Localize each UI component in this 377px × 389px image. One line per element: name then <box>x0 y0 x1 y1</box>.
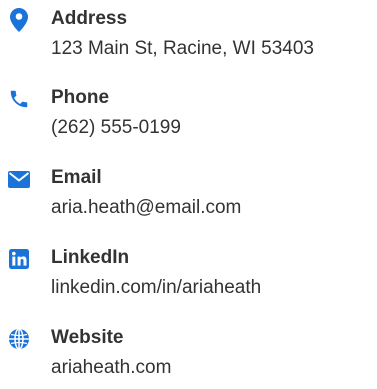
phone-value: (262) 555-0199 <box>51 117 181 138</box>
envelope-icon <box>7 167 31 191</box>
map-pin-icon <box>7 8 31 32</box>
contact-item-email: Email aria.heath@email.com <box>0 165 377 229</box>
contact-item-website: Website ariaheath.com <box>0 325 377 389</box>
website-value[interactable]: ariaheath.com <box>51 355 171 381</box>
phone-icon <box>7 87 31 111</box>
linkedin-value[interactable]: linkedin.com/in/ariaheath <box>51 275 261 301</box>
contact-item-linkedin: LinkedIn linkedin.com/in/ariaheath <box>0 245 377 309</box>
contact-item-phone: Phone (262) 555-0199 <box>0 85 377 149</box>
globe-icon <box>7 327 31 351</box>
linkedin-label: LinkedIn <box>51 247 130 268</box>
website-label: Website <box>51 327 124 348</box>
phone-label: Phone <box>51 87 110 108</box>
contact-item-address: Address 123 Main St, Racine, WI 53403 <box>0 6 377 70</box>
contact-list: Address 123 Main St, Racine, WI 53403 Ph… <box>0 0 377 389</box>
address-label: Address <box>51 8 128 29</box>
address-value: 123 Main St, Racine, WI 53403 <box>51 38 314 59</box>
email-label: Email <box>51 167 102 188</box>
linkedin-icon <box>7 247 31 271</box>
email-value: aria.heath@email.com <box>51 197 242 218</box>
